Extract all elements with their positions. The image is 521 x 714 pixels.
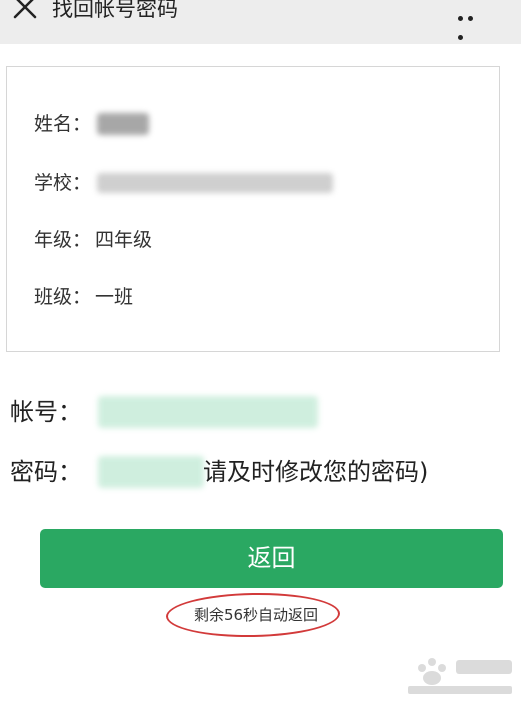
more-icon[interactable] [458,6,486,40]
top-bar: 找回帐号密码 [0,0,521,44]
school-label: 学校： [34,172,92,194]
watermark-logo [408,658,512,694]
school-value-redacted [97,173,333,193]
password-change-note: 请及时修改您的密码) [203,458,429,486]
password-row: 密码： [10,455,82,489]
student-info-card: 姓名： 学校： 年级： 四年级 班级： 一班 [6,66,500,352]
grade-value: 四年级 [95,229,153,251]
grade-row: 年级： 四年级 [34,227,152,253]
name-row: 姓名： [34,111,91,137]
class-label: 班级： [34,286,92,308]
close-icon[interactable] [10,0,40,22]
account-label: 帐号： [10,398,82,426]
password-label: 密码： [10,458,82,486]
name-value-redacted [97,113,149,135]
name-label: 姓名： [34,113,92,135]
school-row: 学校： [34,170,91,196]
class-value: 一班 [95,286,134,308]
page-title: 找回帐号密码 [52,0,178,21]
grade-label: 年级： [34,229,92,251]
countdown-text: 剩余56秒自动返回 [193,606,319,624]
account-value-redacted [98,396,318,428]
password-value-redacted [98,456,204,488]
class-row: 班级： 一班 [34,284,133,310]
back-button[interactable]: 返回 [40,529,503,588]
account-row: 帐号： [10,395,82,429]
